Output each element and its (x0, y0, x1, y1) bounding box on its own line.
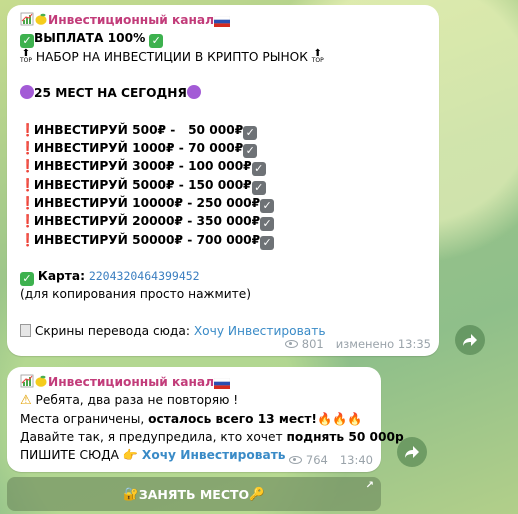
ballot-check-icon: ✓ (260, 235, 275, 250)
ballot-check-icon: ✓ (243, 125, 258, 140)
views-count: 801 (301, 336, 324, 351)
ballot-check-icon: ✓ (243, 144, 258, 159)
fire-icon: 🔥 (347, 411, 363, 426)
message-time: 13:40 (339, 452, 373, 467)
views-count: 764 (305, 452, 328, 467)
russia-flag-icon (214, 13, 231, 31)
exclamation-icon: ❗ (20, 177, 36, 192)
forward-icon (405, 446, 419, 458)
message-time: изменено 13:35 (335, 336, 431, 351)
seats-line: 25 МЕСТ НА СЕГОДНЯ (20, 84, 431, 102)
top-arrow-icon: ⬆ TOP (20, 47, 33, 64)
check-mark-icon: ✓ (20, 272, 34, 287)
sender-line: Инвестиционный канал (20, 373, 373, 391)
ballot-check-icon: ✓ (260, 198, 275, 213)
take-seat-button[interactable]: 🔐 ЗАНЯТЬ МЕСТО 🔑 ↗ (7, 477, 381, 511)
offer-row: ❗ ИНВЕСТИРУЙ 20000₽ - 350 000₽ ✓ (20, 212, 431, 232)
exclamation-icon: ❗ (20, 195, 36, 210)
payout-text: ВЫПЛАТА 100% (34, 31, 146, 46)
warning-line: ⚠ Ребята, два раза не повторяю ! (20, 391, 373, 409)
fire-icon: 🔥 (332, 411, 348, 426)
invest-link[interactable]: Хочу Инвестировать (142, 448, 286, 462)
exclamation-icon: ❗ (20, 141, 36, 156)
exclamation-icon: ❗ (20, 214, 36, 229)
warning-icon: ⚠ (20, 393, 32, 409)
limited-line: Места ограничены, осталось всего 13 мест… (20, 410, 373, 428)
message-bubble-1[interactable]: Инвестиционный канал ✓ ВЫПЛАТА 100% ✓ ⬆ TO… (7, 5, 439, 356)
eye-icon (284, 339, 298, 348)
check-mark-icon: ✓ (20, 34, 34, 49)
agree-bold: поднять 50 000р (286, 429, 404, 444)
offer-text: ИНВЕСТИРУЙ 500₽ - 50 000₽ (33, 122, 244, 137)
offer-text: ИНВЕСТИРУЙ 3000₽ - 100 000₽ (33, 159, 252, 174)
offer-row: ❗ ИНВЕСТИРУЙ 1000₽ - 70 000₽ ✓ (20, 139, 431, 159)
offer-row: ❗ ИНВЕСТИРУЙ 50000₽ - 700 000₽ ✓ (20, 231, 431, 250)
ballot-check-icon: ✓ (260, 217, 275, 232)
message-1-meta: 801 изменено 13:35 (284, 335, 431, 353)
card-line: ✓ Карта: 2204320464399452 (20, 267, 431, 287)
ballot-check-icon: ✓ (251, 162, 266, 177)
pointing-hand-icon: 👉 (122, 448, 139, 463)
offer-row: ❗ ИНВЕСТИРУЙ 5000₽ - 150 000₽ ✓ (20, 176, 431, 195)
offer-text: ИНВЕСТИРУЙ 5000₽ - 150 000₽ (33, 177, 252, 192)
offer-text: ИНВЕСТИРУЙ 50000₽ - 700 000₽ (33, 232, 261, 247)
forward-button[interactable] (455, 325, 485, 355)
payout-line: ✓ ВЫПЛАТА 100% ✓ (20, 29, 431, 49)
card-number[interactable]: 2204320464399452 (89, 269, 200, 283)
lock-key-icon: 🔐 (123, 486, 139, 501)
purple-circle-icon (20, 85, 34, 100)
key-icon: 🔑 (249, 486, 265, 501)
ballot-check-icon: ✓ (251, 180, 266, 195)
limited-prefix: Места ограничены, (20, 411, 149, 426)
exclamation-icon: ❗ (20, 122, 36, 137)
check-mark-icon: ✓ (149, 34, 164, 49)
document-icon (20, 324, 31, 338)
exclamation-icon: ❗ (20, 159, 36, 174)
message-2-meta: 764 13:40 (288, 451, 373, 469)
write-text: ПИШИТЕ СЮДА (20, 448, 119, 463)
agree-line: Давайте так, я предупредила, кто хочет п… (20, 428, 404, 446)
exclamation-icon: ❗ (20, 232, 36, 247)
card-label: Карта: (37, 269, 85, 284)
message-bubble-2[interactable]: Инвестиционный канал ⚠ Ребята, два раза … (7, 367, 404, 472)
top-arrow-icon: ⬆ TOP (311, 47, 324, 64)
limited-bold: осталось всего 13 мест! (148, 411, 317, 426)
eye-icon (288, 455, 302, 464)
offer-row: ❗ ИНВЕСТИРУЙ 10000₽ - 250 000₽ ✓ (20, 194, 431, 213)
offer-row: ❗ ИНВЕСТИРУЙ 3000₽ - 100 000₽ ✓ (20, 157, 431, 177)
forward-icon (463, 334, 477, 346)
recruiting-text: НАБОР НА ИНВЕСТИЦИИ В КРИПТО РЫНОК (35, 49, 308, 64)
offer-text: ИНВЕСТИРУЙ 1000₽ - 70 000₽ (33, 141, 244, 156)
offer-text: ИНВЕСТИРУЙ 10000₽ - 250 000₽ (33, 195, 261, 210)
external-link-icon: ↗ (365, 480, 374, 491)
sender-name[interactable]: Инвестиционный канал (48, 13, 214, 27)
fire-icon: 🔥 (316, 411, 333, 426)
message-1-content: Инвестиционный канал ✓ ВЫПЛАТА 100% ✓ ⬆ TO… (20, 11, 431, 340)
offer-text: ИНВЕСТИРУЙ 20000₽ - 350 000₽ (33, 214, 261, 229)
seats-text: 25 МЕСТ НА СЕГОДНЯ (34, 86, 187, 101)
take-seat-label: ЗАНЯТЬ МЕСТО (138, 486, 250, 502)
sender-name[interactable]: Инвестиционный канал (48, 375, 214, 389)
warning-text: Ребята, два раза не повторяю ! (35, 393, 239, 408)
agree-prefix: Давайте так, я предупредила, кто хочет (20, 429, 287, 444)
recruiting-line: ⬆ TOP НАБОР НА ИНВЕСТИЦИИ В КРИПТО РЫНОК … (20, 48, 431, 66)
sender-line: Инвестиционный канал (20, 11, 431, 29)
forward-button[interactable] (397, 437, 427, 467)
purple-circle-icon (186, 85, 201, 100)
screens-text: Скрины перевода сюда: (34, 324, 190, 339)
offer-row: ❗ ИНВЕСТИРУЙ 500₽ - 50 000₽ ✓ (20, 121, 431, 140)
copy-hint: (для копирования просто нажмите) (20, 287, 251, 302)
